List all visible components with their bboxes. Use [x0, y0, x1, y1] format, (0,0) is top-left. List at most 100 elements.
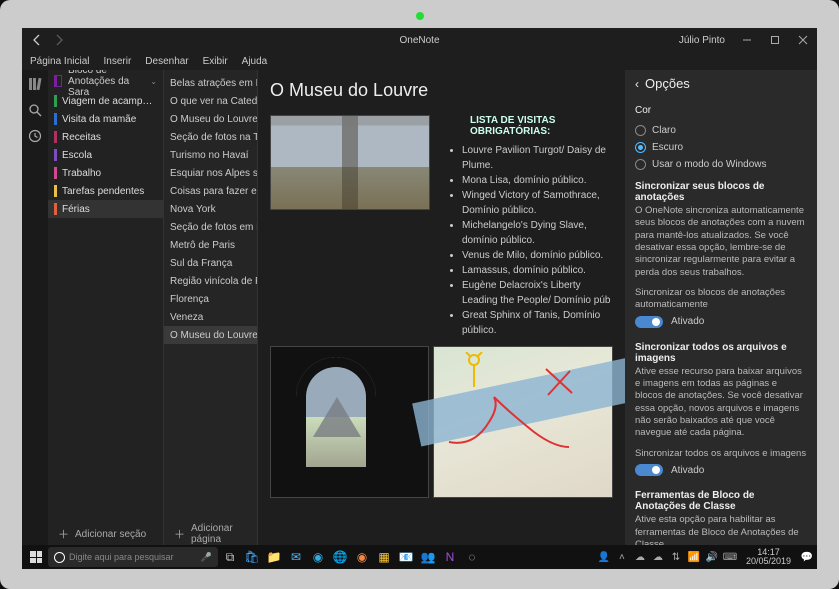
action-center-icon[interactable]: 💬	[801, 551, 813, 563]
radio-light[interactable]: Claro	[635, 122, 807, 139]
titlebar-right: Júlio Pinto	[679, 28, 817, 52]
task-view-icon[interactable]: ⧉	[220, 547, 240, 567]
image-louvre-arch[interactable]	[270, 346, 429, 498]
page-item[interactable]: Nova York	[164, 200, 257, 218]
sync-auto-switch[interactable]	[635, 316, 663, 328]
section-item[interactable]: Escola	[48, 146, 163, 164]
section-color-bar	[54, 185, 57, 197]
content: Bloco de Anotações da Sara ⌄ Viagem de a…	[22, 70, 817, 545]
section-item[interactable]: Trabalho	[48, 164, 163, 182]
options-panel: ‹ Opções Cor Claro Escuro Usar o modo do…	[625, 70, 817, 545]
add-page-label: Adicionar página	[191, 523, 257, 545]
tray-wifi-icon[interactable]: 📶	[688, 551, 700, 563]
mic-icon[interactable]: 🎤	[201, 552, 212, 563]
plus-icon: ＋	[58, 526, 69, 542]
image-louvre-exterior[interactable]	[270, 115, 430, 210]
taskbar-clock[interactable]: 14:17 20/05/2019	[746, 548, 791, 567]
sync-auto-switch-row: Ativado	[635, 316, 807, 328]
section-item[interactable]: Receitas	[48, 128, 163, 146]
section-color-bar	[54, 113, 57, 125]
spinner-icon[interactable]: ◌	[462, 547, 482, 567]
app-title: OneNote	[399, 35, 439, 46]
user-name[interactable]: Júlio Pinto	[679, 35, 725, 46]
page-item[interactable]: Florença	[164, 290, 257, 308]
notebook-picker[interactable]: Bloco de Anotações da Sara ⌄	[48, 70, 163, 92]
tray-lang-icon[interactable]: ⌨	[724, 551, 736, 563]
section-label: Tarefas pendentes	[62, 186, 144, 197]
sync-auto-state: Ativado	[671, 316, 704, 327]
back-button[interactable]	[30, 33, 44, 47]
section-item[interactable]: Tarefas pendentes	[48, 182, 163, 200]
cortana-icon	[54, 552, 65, 563]
taskbar: Digite aqui para pesquisar 🎤 ⧉ 🛍 📁 ✉ ◉ 🌐…	[22, 545, 817, 569]
tab-view[interactable]: Exibir	[203, 56, 228, 67]
tab-home[interactable]: Página Inicial	[30, 56, 89, 67]
page-item[interactable]: Belas atrações em Paris	[164, 74, 257, 92]
page-item[interactable]: O que ver na Catedral de …	[164, 92, 257, 110]
explorer-icon[interactable]: 📁	[264, 547, 284, 567]
maximize-button[interactable]	[761, 28, 789, 52]
tray-onedrive-icon[interactable]: ☁	[634, 551, 646, 563]
device-frame: OneNote Júlio Pinto Página Inicial Inser…	[0, 0, 839, 589]
search-placeholder: Digite aqui para pesquisar	[69, 552, 174, 562]
page-item[interactable]: Região vinícola de Piem…	[164, 272, 257, 290]
list-header: LISTA DE VISITAS OBRIGATÓRIAS:	[470, 115, 613, 137]
screen: OneNote Júlio Pinto Página Inicial Inser…	[22, 28, 817, 569]
edge-icon[interactable]: ◉	[308, 547, 328, 567]
start-button[interactable]	[26, 547, 46, 567]
page-item[interactable]: Metrô de Paris	[164, 236, 257, 254]
tray-people-icon[interactable]: 👤	[598, 551, 610, 563]
radio-dark[interactable]: Escuro	[635, 139, 807, 156]
page-item[interactable]: Veneza	[164, 308, 257, 326]
teams-icon[interactable]: 👥	[418, 547, 438, 567]
tray-cloud-icon[interactable]: ☁	[652, 551, 664, 563]
page-item[interactable]: Turismo no Havaí	[164, 146, 257, 164]
content-row-2	[270, 346, 613, 498]
tray-volume-icon[interactable]: 🔊	[706, 551, 718, 563]
squares-icon[interactable]: ▦	[374, 547, 394, 567]
section-list: Viagem de acamp…Visita da mamãeReceitasE…	[48, 92, 163, 523]
search-icon[interactable]	[27, 102, 43, 118]
panel-back-icon[interactable]: ‹	[635, 77, 639, 91]
page-item[interactable]: O Museu do Louvre	[164, 110, 257, 128]
notebooks-icon[interactable]	[27, 76, 43, 92]
forward-button[interactable]	[52, 33, 66, 47]
onenote-icon[interactable]: N	[440, 547, 460, 567]
tab-draw[interactable]: Desenhar	[145, 56, 188, 67]
office-icon[interactable]: ◉	[352, 547, 372, 567]
close-button[interactable]	[789, 28, 817, 52]
add-section-label: Adicionar seção	[75, 529, 146, 540]
panel-header: ‹ Opções	[635, 76, 807, 91]
minimize-button[interactable]	[733, 28, 761, 52]
tray-up-icon[interactable]: ˄	[616, 551, 628, 563]
sync-files-state: Ativado	[671, 465, 704, 476]
add-section-button[interactable]: ＋ Adicionar seção	[48, 523, 163, 545]
page-item[interactable]: Sul da França	[164, 254, 257, 272]
store-icon[interactable]: 🛍	[242, 547, 262, 567]
image-map[interactable]	[433, 346, 613, 498]
section-item[interactable]: Viagem de acamp…	[48, 92, 163, 110]
add-page-button[interactable]: ＋Adicionar página	[164, 523, 257, 545]
sync-files-header: Sincronizar todos os arquivos e imagens	[635, 342, 807, 364]
radio-windows[interactable]: Usar o modo do Windows	[635, 156, 807, 173]
page-item[interactable]: Seção de fotos em Man…	[164, 218, 257, 236]
page-canvas[interactable]: O Museu do Louvre LISTA DE VISITAS OBRIG…	[258, 70, 625, 545]
page-item[interactable]: Esquiar nos Alpes suíços	[164, 164, 257, 182]
chrome-icon[interactable]: 🌐	[330, 547, 350, 567]
page-item[interactable]: Coisas para fazer em Paris	[164, 182, 257, 200]
visit-item: Michelangelo's Dying Slave, domínio públ…	[462, 218, 613, 248]
section-item[interactable]: Visita da mamãe	[48, 110, 163, 128]
page-item[interactable]: Seção de fotos na Torre…	[164, 128, 257, 146]
sync-auto-label: Sincronizar os blocos de anotações autom…	[635, 287, 807, 312]
section-item[interactable]: Férias	[48, 200, 163, 218]
page-item[interactable]: O Museu do Louvre	[164, 326, 257, 344]
outlook-icon[interactable]: 📧	[396, 547, 416, 567]
mail-icon[interactable]: ✉	[286, 547, 306, 567]
page-title[interactable]: O Museu do Louvre	[270, 80, 613, 101]
tray-network-icon[interactable]: ⇅	[670, 551, 682, 563]
taskbar-search[interactable]: Digite aqui para pesquisar 🎤	[48, 547, 218, 567]
tab-insert[interactable]: Inserir	[103, 56, 131, 67]
tab-help[interactable]: Ajuda	[242, 56, 268, 67]
sync-files-switch[interactable]	[635, 464, 663, 476]
recent-icon[interactable]	[27, 128, 43, 144]
